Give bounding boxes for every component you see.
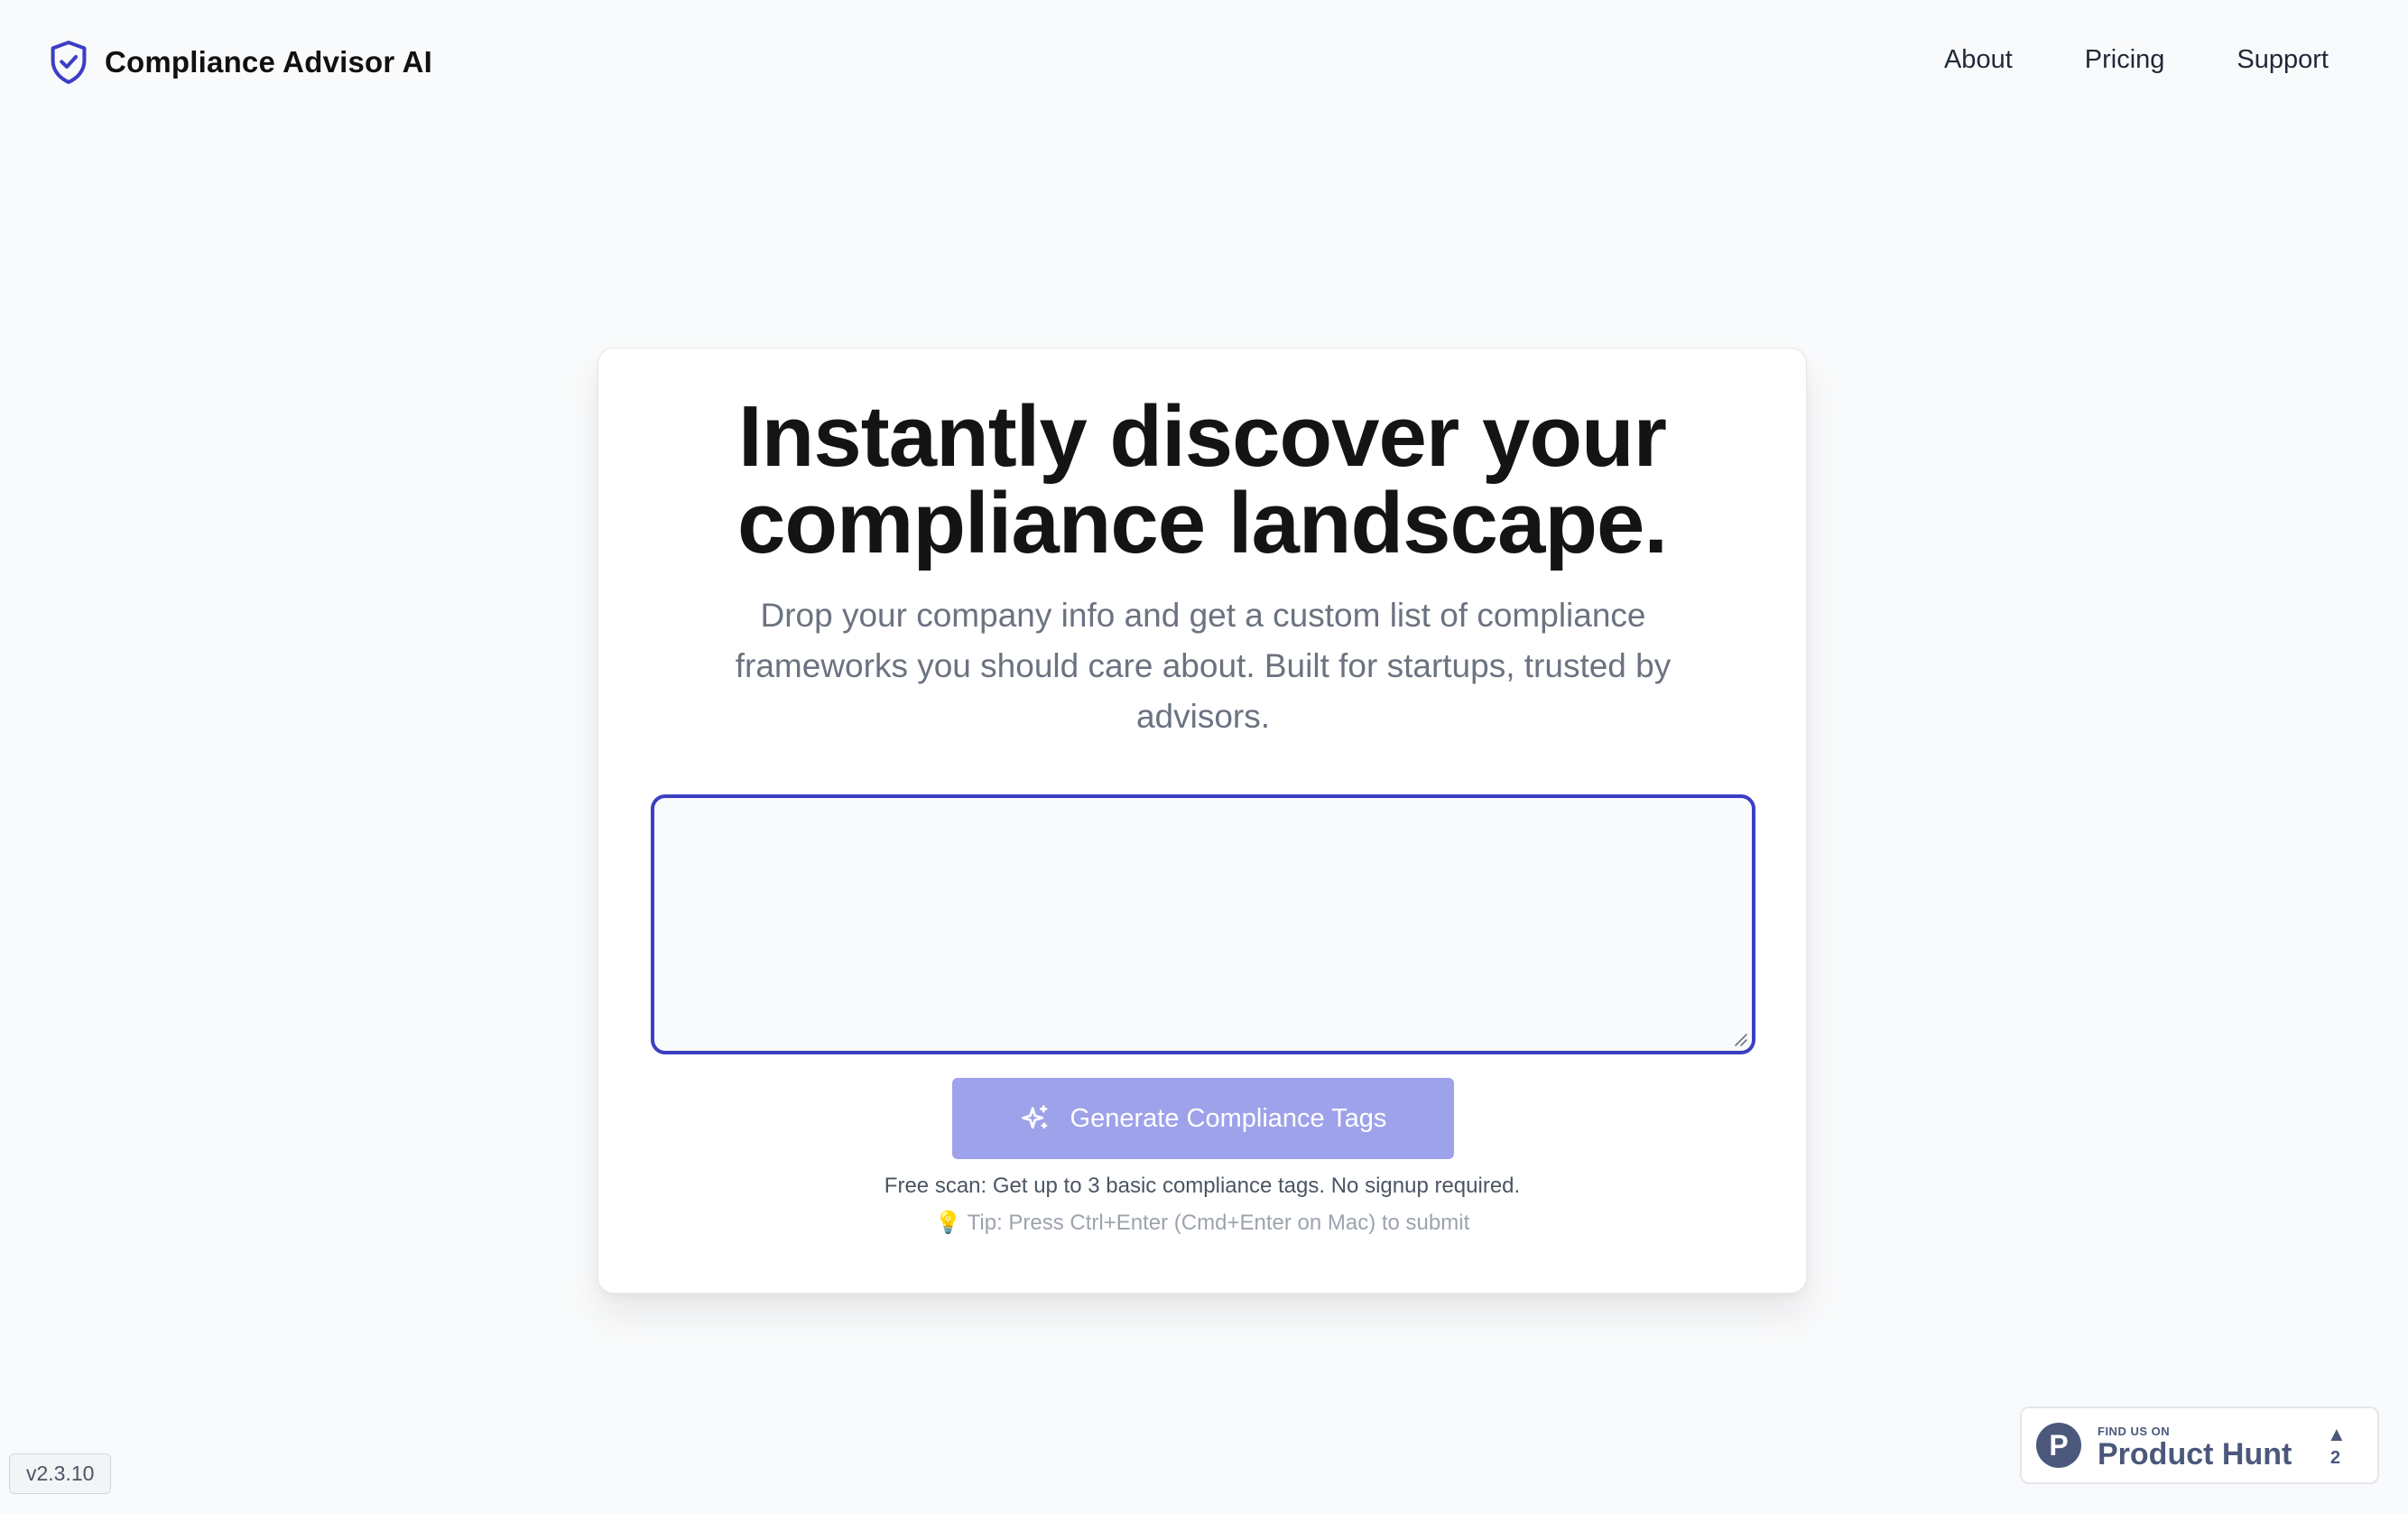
generate-compliance-tags-button[interactable]: Generate Compliance Tags	[952, 1078, 1454, 1159]
upvote-count: 2	[2330, 1448, 2341, 1468]
compliance-scan-card: Instantly discover your compliance lands…	[597, 348, 1807, 1294]
hero-title-line-1: Instantly discover your	[738, 388, 1667, 485]
free-scan-note: Free scan: Get up to 3 basic compliance …	[884, 1174, 1521, 1198]
nav-link-about[interactable]: About	[1944, 45, 2013, 75]
company-info-input[interactable]	[651, 794, 1755, 1054]
product-hunt-small-text: FIND US ON	[2098, 1425, 2171, 1438]
lightbulb-icon: 💡	[934, 1211, 962, 1235]
sparkles-icon	[1020, 1103, 1051, 1134]
keyboard-tip-text: Tip: Press Ctrl+Enter (Cmd+Enter on Mac)…	[967, 1211, 1470, 1235]
shield-check-icon	[49, 40, 88, 85]
upvote-arrow-icon: ▲	[2327, 1423, 2347, 1445]
nav-link-pricing[interactable]: Pricing	[2085, 45, 2165, 75]
brand-name: Compliance Advisor AI	[105, 45, 432, 79]
version-badge: v2.3.10	[9, 1453, 112, 1494]
hero-subtitle: Drop your company info and get a custom …	[735, 597, 1672, 735]
top-nav-bar: Compliance Advisor AI About Pricing Supp…	[0, 0, 2408, 126]
hero-title-line-2: compliance landscape.	[736, 475, 1668, 571]
keyboard-tip: 💡 Tip: Press Ctrl+Enter (Cmd+Enter on Mac…	[598, 1210, 1806, 1236]
generate-button-label: Generate Compliance Tags	[1070, 1103, 1387, 1133]
product-hunt-name: Product Hunt	[2098, 1437, 2292, 1471]
product-hunt-badge[interactable]: P FIND US ON Product Hunt ▲ 2	[2020, 1406, 2379, 1484]
brand[interactable]: Compliance Advisor AI	[49, 40, 432, 85]
main-nav: About Pricing Support	[1944, 45, 2329, 75]
nav-link-support[interactable]: Support	[2237, 45, 2329, 75]
product-hunt-logo-icon: P	[2036, 1423, 2081, 1468]
resize-handle-icon[interactable]	[1732, 1031, 1748, 1047]
hero-title: Instantly discover your compliance lands…	[598, 394, 1806, 567]
